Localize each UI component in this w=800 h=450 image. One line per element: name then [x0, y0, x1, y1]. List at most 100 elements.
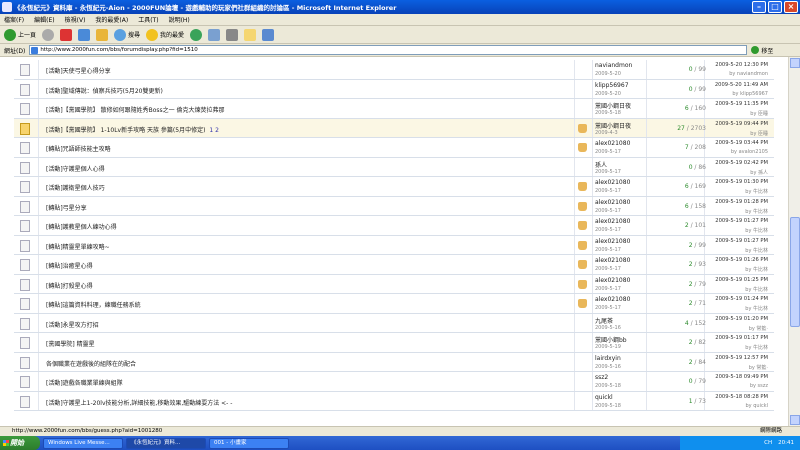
last-post-author[interactable]: by 牛比林 — [704, 247, 768, 254]
thread-author-link[interactable]: 黨國小鋼日夜 — [595, 101, 631, 110]
thread-title-link[interactable]: [活動]【黨國學院】 1-10Lv新手攻略 天族 參篇(5月中修定) 1 2 — [46, 125, 219, 134]
messenger-icon[interactable] — [262, 28, 275, 41]
last-post-date-link[interactable]: 2009-5-19 11:35 PM — [704, 101, 768, 107]
last-post-author[interactable]: by 牛比林 — [704, 188, 768, 195]
thread-title-link[interactable]: [轉貼]咒語師技能主攻略 — [46, 144, 111, 153]
last-post-author[interactable]: by 常籃· — [704, 325, 768, 332]
thread-title-link[interactable]: [轉貼]打殺星心得 — [46, 281, 93, 290]
refresh-icon[interactable] — [78, 28, 91, 41]
thread-title-link[interactable]: [活動]聖域傳說：偵察兵技巧(5月20雙更新) — [46, 86, 163, 95]
thread-author-link[interactable]: alex021080 — [595, 179, 630, 186]
thread-author-link[interactable]: 黨國小鋼日夜 — [595, 121, 631, 130]
minimize-button[interactable]: – — [752, 1, 766, 13]
last-post-author[interactable]: by 牛比林 — [704, 208, 768, 215]
mail-icon[interactable] — [208, 28, 221, 41]
last-post-date-link[interactable]: 2009-5-19 12:57 PM — [704, 355, 768, 361]
thread-author-link[interactable]: lairdxyin — [595, 355, 621, 362]
last-post-date-link[interactable]: 2009-5-19 01:28 PM — [704, 199, 768, 205]
menu-help[interactable]: 說明(H) — [169, 15, 190, 24]
last-post-date-link[interactable]: 2009-5-19 01:25 PM — [704, 277, 768, 283]
last-post-author[interactable]: by klipp56967 — [704, 91, 768, 97]
last-post-author[interactable]: by quickl — [704, 403, 769, 409]
thread-author-link[interactable]: quickl — [595, 394, 613, 401]
last-post-date-link[interactable]: 2009-5-19 03:44 PM — [704, 140, 768, 146]
last-post-date-link[interactable]: 2009-5-18 08:28 PM — [704, 394, 768, 400]
go-button[interactable]: 移至 — [751, 46, 773, 55]
last-post-author[interactable]: by 臣睡 — [704, 130, 768, 137]
last-post-date-link[interactable]: 2009-5-19 01:27 PM — [704, 238, 768, 244]
thread-title-link[interactable]: 各個職業在遊戲後的組隊在的配合 — [46, 359, 136, 368]
thread-title-link[interactable]: [轉貼]弓星分享 — [46, 203, 87, 212]
menu-view[interactable]: 檢視(V) — [65, 15, 86, 24]
thread-title-link[interactable]: [轉貼]治癒星心得 — [46, 261, 93, 270]
last-post-author[interactable]: by 牛比林 — [704, 286, 768, 293]
scroll-thumb[interactable] — [790, 217, 800, 327]
last-post-date-link[interactable]: 2009-5-19 01:26 PM — [704, 257, 768, 263]
thread-author-link[interactable]: alex021080 — [595, 218, 630, 225]
last-post-author[interactable]: by avalon2105 — [704, 149, 768, 155]
back-button[interactable]: 上一頁 — [4, 28, 36, 41]
thread-author-link[interactable]: alex021080 — [595, 296, 630, 303]
thread-author-link[interactable]: 孫人 — [595, 160, 607, 169]
thread-title-link[interactable]: [轉貼]精靈星單練攻略~ — [46, 242, 110, 251]
close-button[interactable]: × — [784, 1, 798, 13]
history-icon[interactable] — [190, 28, 203, 41]
last-post-author[interactable]: by 臣睡 — [704, 110, 768, 117]
last-post-author[interactable]: by 牛比林 — [704, 227, 768, 234]
menu-tools[interactable]: 工具(T) — [138, 15, 158, 24]
last-post-date-link[interactable]: 2009-5-19 02:42 PM — [704, 160, 768, 166]
thread-author-link[interactable]: alex021080 — [595, 257, 630, 264]
task-messenger[interactable]: Windows Live Messe... — [43, 437, 123, 449]
thread-author-link[interactable]: 黨國小鋼bb — [595, 335, 627, 344]
thread-author-link[interactable]: alex021080 — [595, 238, 630, 245]
thread-author-link[interactable]: alex021080 — [595, 199, 630, 206]
last-post-author[interactable]: by 牛比林 — [704, 266, 768, 273]
thread-title-link[interactable]: [轉貼]這篇資料料理，練職任務系統 — [46, 300, 141, 309]
language-indicator[interactable]: CH — [764, 440, 772, 446]
home-icon[interactable] — [96, 28, 109, 41]
task-paint[interactable]: 001 - 小畫家 — [209, 437, 289, 449]
last-post-date-link[interactable]: 2009-5-19 01:20 PM — [704, 316, 768, 322]
scroll-down-arrow[interactable] — [790, 415, 800, 425]
thread-title-link[interactable]: [活動]守護星個人心得 — [46, 164, 105, 173]
start-button[interactable]: 開始 — [0, 436, 40, 450]
folder-icon[interactable] — [244, 28, 257, 41]
thread-title-link[interactable]: [轉貼]護教星個人練功心得 — [46, 222, 117, 231]
last-post-author[interactable]: by 常籃· — [704, 364, 768, 371]
print-icon[interactable] — [226, 28, 239, 41]
last-post-author[interactable]: by 牛比林 — [704, 344, 768, 351]
thread-author-link[interactable]: alex021080 — [595, 140, 630, 147]
menu-file[interactable]: 檔案(F) — [4, 15, 24, 24]
forward-arrow-icon[interactable] — [42, 28, 55, 41]
menu-favorites[interactable]: 我的最愛(A) — [95, 15, 128, 24]
thread-title-link[interactable]: [活動]遊戲各職業單練與組隊 — [46, 378, 123, 387]
thread-title-link[interactable]: [活動]永星攻方打招 — [46, 320, 99, 329]
thread-title-link[interactable]: [活動]天使弓星心得分享 — [46, 66, 111, 75]
last-post-date-link[interactable]: 2009-5-20 12:30 PM — [704, 62, 768, 68]
thread-title-link[interactable]: [黨國學院] 精靈星 — [46, 339, 95, 348]
stop-icon[interactable] — [60, 28, 73, 41]
search-button[interactable]: 搜尋 — [114, 28, 140, 41]
thread-title-link[interactable]: [活動]守護星上1-20lv技能分析,詳細技能,移動效果,驅動練耍方法 <- - — [46, 398, 232, 407]
thread-pages-link[interactable]: 1 2 — [209, 127, 219, 134]
thread-author-link[interactable]: klipp56967 — [595, 82, 629, 89]
thread-title-link[interactable]: [活動]護衛星個人技巧 — [46, 183, 105, 192]
scroll-up-arrow[interactable] — [790, 58, 800, 68]
last-post-date-link[interactable]: 2009-5-20 11:49 AM — [704, 82, 768, 88]
last-post-date-link[interactable]: 2009-5-19 01:24 PM — [704, 296, 768, 302]
task-ie[interactable]: 《永恆紀元》資料... — [126, 437, 206, 449]
thread-author-link[interactable]: naviandmon — [595, 62, 632, 69]
last-post-date-link[interactable]: 2009-5-18 09:49 PM — [704, 374, 768, 380]
maximize-button[interactable]: □ — [768, 1, 782, 13]
thread-author-link[interactable]: 九尾茶 — [595, 316, 613, 325]
last-post-author[interactable]: by 牛比林 — [704, 305, 768, 312]
thread-title-link[interactable]: [活動]【黨國學院】 散修如何跟隨姓秀Boss之一 倫克大煉焚拉弗那 — [46, 105, 225, 114]
last-post-author[interactable]: by 孫人 — [704, 169, 768, 176]
last-post-date-link[interactable]: 2009-5-19 09:44 PM — [704, 121, 768, 127]
last-post-date-link[interactable]: 2009-5-19 01:17 PM — [704, 335, 768, 341]
last-post-author[interactable]: by naviandmon — [704, 71, 768, 77]
address-input[interactable]: http://www.2000fun.com/bbs/forumdisplay.… — [29, 45, 748, 55]
favorites-button[interactable]: 我的最愛 — [146, 28, 184, 41]
last-post-date-link[interactable]: 2009-5-19 01:27 PM — [704, 218, 768, 224]
thread-author-link[interactable]: alex021080 — [595, 277, 630, 284]
